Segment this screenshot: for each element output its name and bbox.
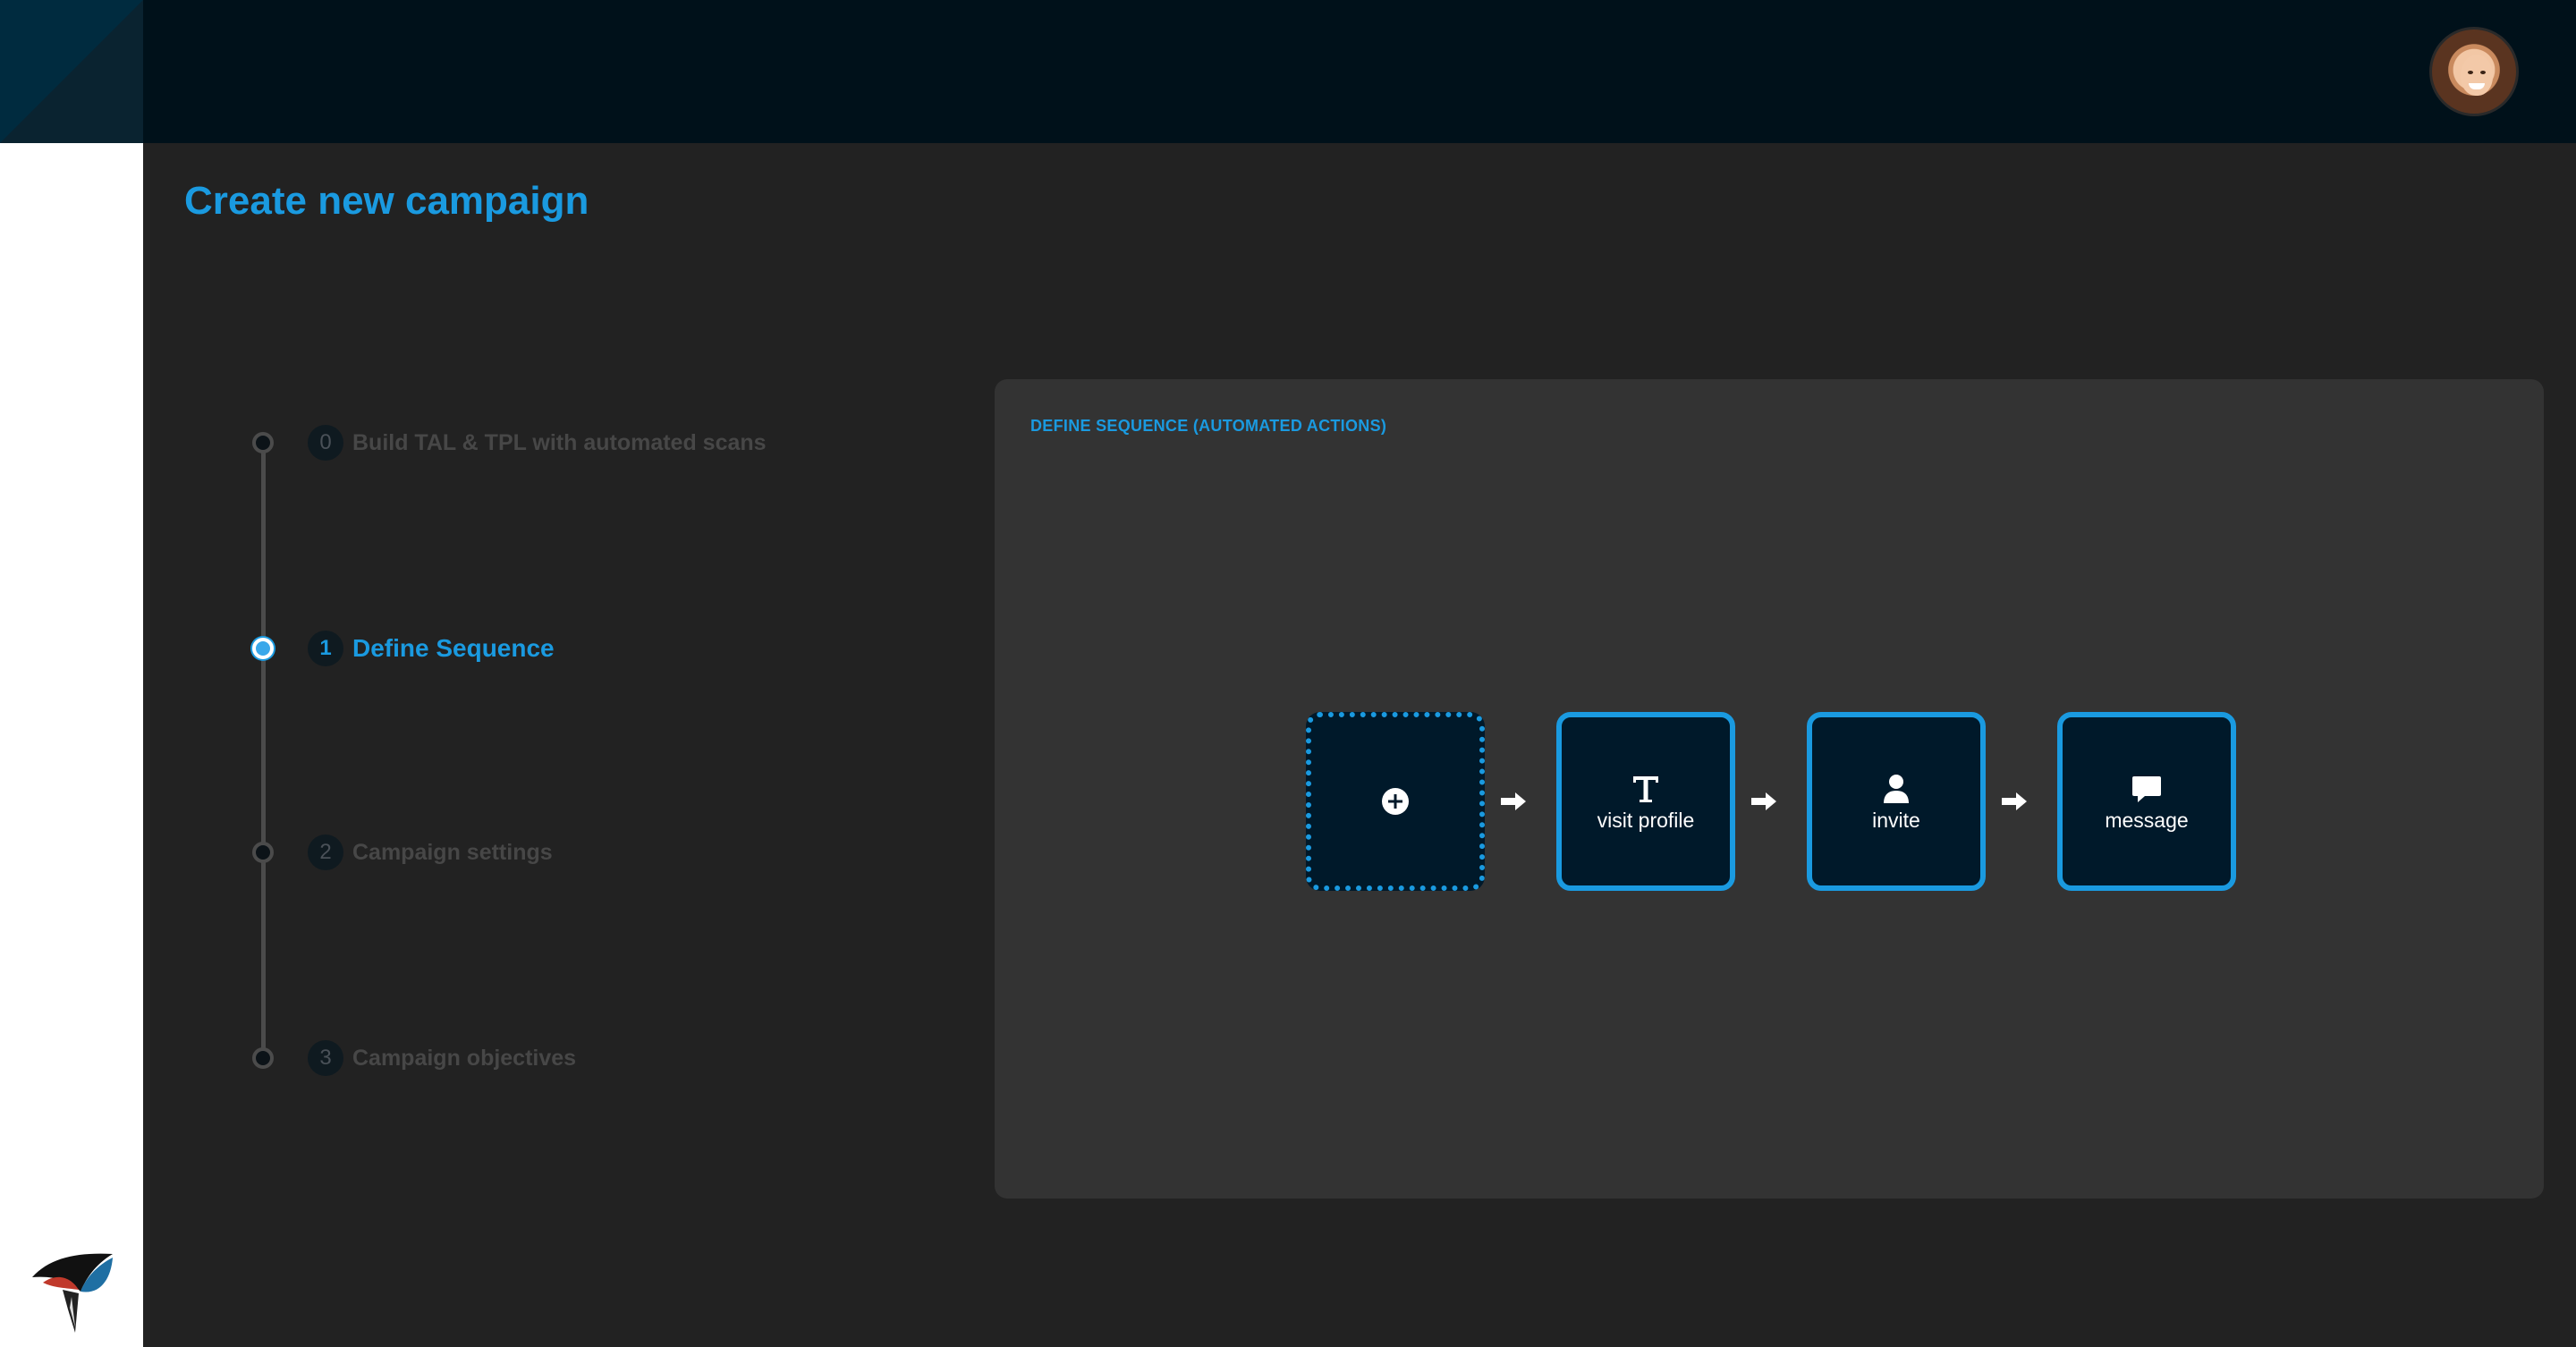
sequence-panel: DEFINE SEQUENCE (AUTOMATED ACTIONS) visi…: [995, 379, 2544, 1199]
arrow-right-icon: [2002, 792, 2027, 810]
step-build-tal[interactable]: 0 Build TAL & TPL with automated scans: [252, 425, 767, 461]
action-label: message: [2105, 808, 2189, 832]
step-dot: [252, 432, 274, 453]
sidebar: [0, 143, 143, 1347]
arrow-right-icon: [1501, 792, 1526, 810]
plus-circle-icon: [1382, 788, 1409, 815]
action-label: invite: [1872, 808, 1920, 832]
step-label: Campaign settings: [352, 839, 553, 865]
brand-logo: [32, 1253, 113, 1333]
step-number: 0: [308, 425, 343, 461]
action-card-visit-profile[interactable]: visit profile: [1556, 712, 1735, 891]
action-label: visit profile: [1597, 808, 1695, 832]
text-t-icon: [1633, 775, 1658, 802]
panel-title: DEFINE SEQUENCE (AUTOMATED ACTIONS): [1030, 417, 1387, 435]
user-avatar[interactable]: [2429, 27, 2519, 116]
step-number: 1: [308, 631, 343, 666]
step-campaign-settings[interactable]: 2 Campaign settings: [252, 834, 553, 870]
header-corner-logo: [0, 0, 143, 143]
action-card-invite[interactable]: invite: [1807, 712, 1986, 891]
arrow-right-icon: [1751, 792, 1776, 810]
step-label: Build TAL & TPL with automated scans: [352, 429, 767, 455]
step-number: 3: [308, 1040, 343, 1076]
chat-bubble-icon: [2132, 775, 2161, 802]
step-campaign-objectives[interactable]: 3 Campaign objectives: [252, 1040, 577, 1076]
stepper-line: [261, 444, 266, 1057]
page-title: Create new campaign: [184, 179, 589, 223]
add-action-button[interactable]: [1306, 712, 1485, 891]
step-define-sequence[interactable]: 1 Define Sequence: [252, 631, 555, 666]
step-label: Define Sequence: [352, 634, 555, 662]
person-icon: [1884, 774, 1909, 803]
step-label: Campaign objectives: [352, 1045, 577, 1071]
step-number: 2: [308, 834, 343, 870]
step-dot: [252, 842, 274, 863]
top-header: [0, 0, 2576, 143]
step-dot-active: [252, 638, 274, 659]
step-dot: [252, 1047, 274, 1069]
action-card-message[interactable]: message: [2057, 712, 2236, 891]
